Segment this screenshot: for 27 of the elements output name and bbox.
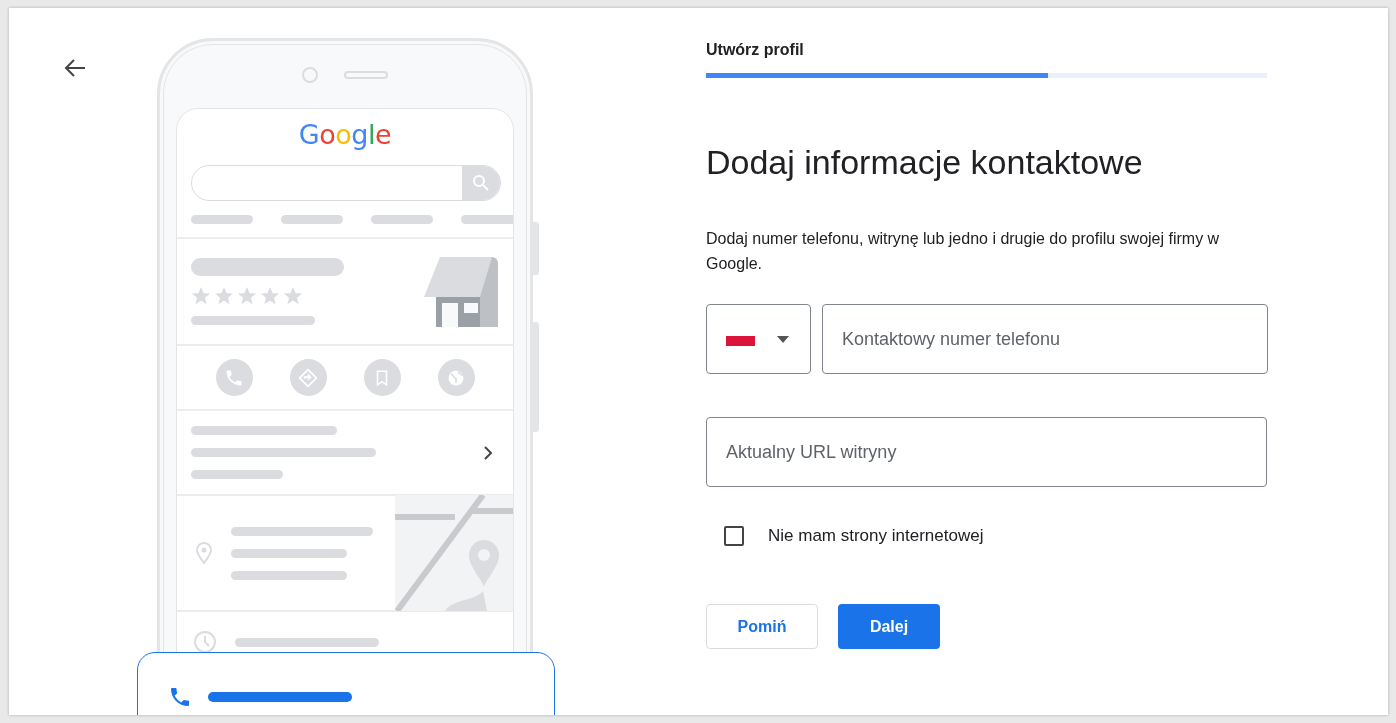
storefront-icon (424, 256, 498, 327)
caret-icon (777, 335, 789, 343)
website-url-field[interactable]: Aktualny URL witryny (706, 417, 1267, 487)
camera-drawing (302, 66, 318, 83)
placeholder-line (191, 215, 253, 224)
clock-icon (193, 630, 217, 654)
flag-icon (726, 336, 755, 346)
google-logo: Google (298, 119, 392, 151)
description-text: Dodaj numer telefonu, witrynę lub jedno i drugie do profilu swojej firmy w Google. (706, 229, 1221, 274)
checkbox[interactable] (724, 526, 744, 546)
globe-icon (437, 359, 475, 396)
page-heading: Dodaj informacje kontaktowe (706, 142, 1143, 183)
phone-icon (215, 359, 253, 396)
country-code-dropdown[interactable] (706, 304, 811, 374)
placeholder-line (281, 215, 343, 224)
phone-icon (168, 685, 192, 709)
next-button[interactable]: Dalej (838, 604, 940, 649)
checkbox-label: Nie mam strony internetowej (768, 526, 984, 546)
speaker-drawing (344, 70, 388, 79)
phone-number-field[interactable]: Kontaktowy numer telefonu (822, 304, 1268, 374)
location-pin-icon (195, 541, 213, 565)
chevron-right-icon (483, 444, 493, 461)
bookmark-icon (363, 359, 401, 396)
placeholder-line (371, 215, 433, 224)
step-label: Utwórz profil (706, 40, 804, 60)
directions-icon (289, 359, 327, 396)
skip-button[interactable]: Pomiń (706, 604, 818, 649)
